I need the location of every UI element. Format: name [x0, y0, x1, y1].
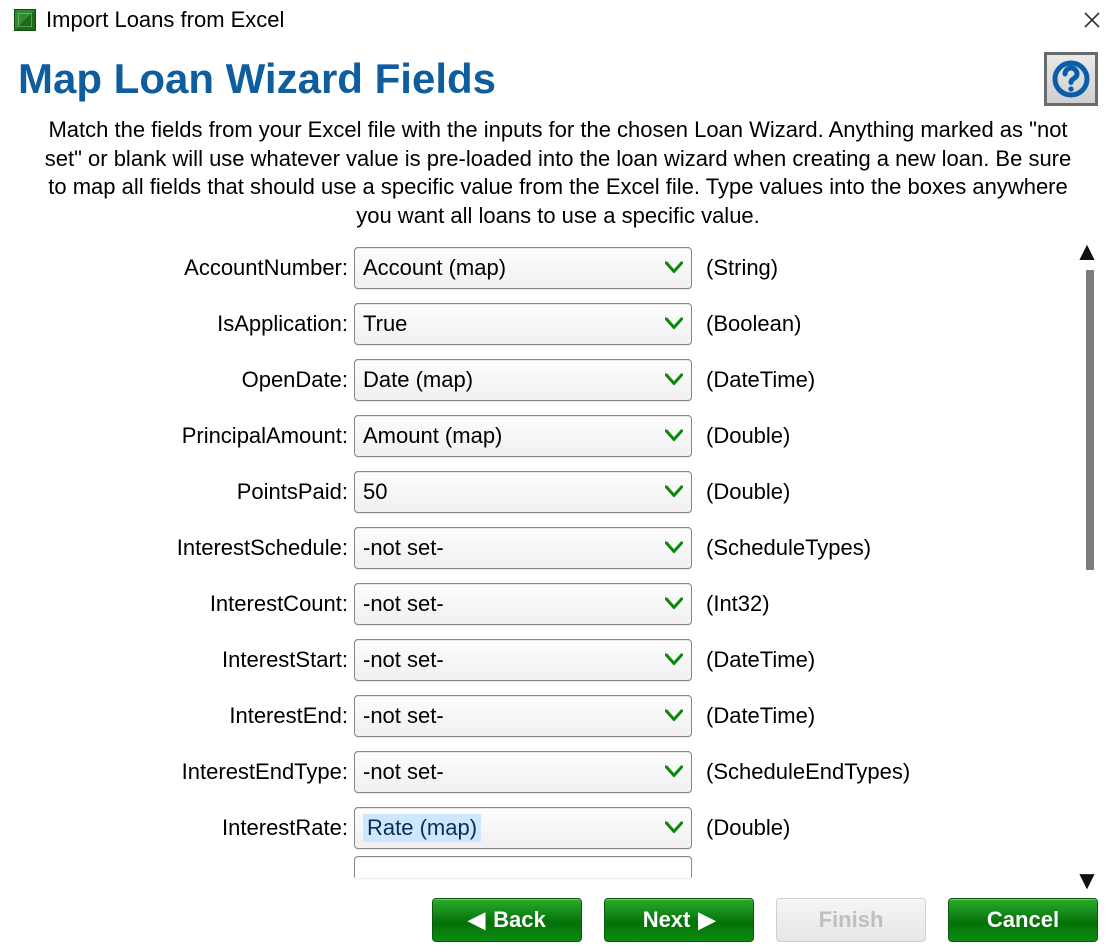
field-combo[interactable]: 50	[354, 471, 692, 513]
field-label: InterestEnd:	[0, 703, 354, 729]
chevron-down-icon	[665, 762, 683, 783]
field-combo[interactable]: -not set-	[354, 639, 692, 681]
field-combo-value: -not set-	[363, 647, 444, 673]
field-row: InterestEndType: -not set- (ScheduleEndTyp…	[0, 744, 1060, 800]
chevron-down-icon	[665, 706, 683, 727]
field-type: (Double)	[692, 815, 790, 841]
triangle-left-icon: ◀	[468, 907, 485, 933]
field-type: (Int32)	[692, 591, 770, 617]
field-combo-value: Amount (map)	[363, 423, 502, 449]
window-title: Import Loans from Excel	[46, 7, 284, 33]
field-row: AccountNumber: Account (map) (String)	[0, 240, 1060, 296]
chevron-down-icon	[665, 426, 683, 447]
chevron-down-icon	[665, 538, 683, 559]
field-type: (ScheduleTypes)	[692, 535, 871, 561]
page-description: Match the fields from your Excel file wi…	[0, 106, 1116, 236]
field-type: (DateTime)	[692, 647, 815, 673]
cancel-button-label: Cancel	[987, 907, 1059, 933]
field-combo-value: -not set-	[363, 535, 444, 561]
field-type: (String)	[692, 255, 778, 281]
chevron-down-icon	[665, 650, 683, 671]
field-combo[interactable]: Rate (map)	[354, 807, 692, 849]
chevron-down-icon	[665, 370, 683, 391]
field-combo-value: Date (map)	[363, 367, 473, 393]
field-combo-value: -not set-	[363, 759, 444, 785]
field-combo[interactable]: -not set-	[354, 695, 692, 737]
chevron-down-icon	[665, 482, 683, 503]
field-label: OpenDate:	[0, 367, 354, 393]
field-combo[interactable]: Amount (map)	[354, 415, 692, 457]
field-type: (DateTime)	[692, 367, 815, 393]
chevron-down-icon	[665, 258, 683, 279]
chevron-down-icon	[665, 594, 683, 615]
field-combo[interactable]: -not set-	[354, 527, 692, 569]
field-row: InterestRate: Rate (map) (Double)	[0, 800, 1060, 856]
field-label: PrincipalAmount:	[0, 423, 354, 449]
field-row: InterestCount: -not set- (Int32)	[0, 576, 1060, 632]
scroll-up-arrow[interactable]: ▲	[1072, 236, 1102, 267]
field-row: PointsPaid: 50 (Double)	[0, 464, 1060, 520]
page-title: Map Loan Wizard Fields	[18, 55, 496, 103]
field-mapping-area: ▲ ▼ AccountNumber:Account (map)(String)I…	[0, 236, 1116, 878]
close-icon[interactable]	[1078, 6, 1106, 34]
field-type: (ScheduleEndTypes)	[692, 759, 910, 785]
title-bar: Import Loans from Excel	[0, 0, 1116, 38]
field-type: (DateTime)	[692, 703, 815, 729]
finish-button-label: Finish	[819, 907, 884, 933]
field-row: IsApplication: True (Boolean)	[0, 296, 1060, 352]
field-row: PrincipalAmount: Amount (map) (Double)	[0, 408, 1060, 464]
field-row: OpenDate: Date (map) (DateTime)	[0, 352, 1060, 408]
field-label: InterestEndType:	[0, 759, 354, 785]
field-combo[interactable]: -not set-	[354, 583, 692, 625]
field-label: InterestRate:	[0, 815, 354, 841]
next-button[interactable]: Next ▶	[604, 898, 754, 942]
field-label: InterestStart:	[0, 647, 354, 673]
field-label: AccountNumber:	[0, 255, 354, 281]
app-icon	[14, 9, 36, 31]
chevron-down-icon	[665, 314, 683, 335]
field-row: InterestEnd: -not set- (DateTime)	[0, 688, 1060, 744]
field-type: (Double)	[692, 479, 790, 505]
cancel-button[interactable]: Cancel	[948, 898, 1098, 942]
field-label: IsApplication:	[0, 311, 354, 337]
field-combo-partial[interactable]	[354, 856, 692, 878]
field-combo[interactable]: Date (map)	[354, 359, 692, 401]
field-combo-value: 50	[363, 479, 387, 505]
scrollbar-thumb[interactable]	[1086, 270, 1094, 570]
field-combo[interactable]: Account (map)	[354, 247, 692, 289]
field-combo-value: -not set-	[363, 591, 444, 617]
field-combo-value: True	[363, 311, 407, 337]
help-button[interactable]	[1044, 52, 1098, 106]
field-combo-value: Rate (map)	[363, 814, 481, 842]
field-label: InterestSchedule:	[0, 535, 354, 561]
field-combo[interactable]: True	[354, 303, 692, 345]
field-type: (Double)	[692, 423, 790, 449]
back-button[interactable]: ◀ Back	[432, 898, 582, 942]
field-label: InterestCount:	[0, 591, 354, 617]
next-button-label: Next	[643, 907, 691, 933]
field-row: InterestSchedule: -not set- (ScheduleTypes…	[0, 520, 1060, 576]
triangle-right-icon: ▶	[698, 907, 715, 933]
field-combo-value: Account (map)	[363, 255, 506, 281]
field-label: PointsPaid:	[0, 479, 354, 505]
field-row: InterestStart: -not set- (DateTime)	[0, 632, 1060, 688]
field-combo[interactable]: -not set-	[354, 751, 692, 793]
scroll-down-arrow[interactable]: ▼	[1072, 865, 1102, 896]
wizard-footer: ◀ Back Next ▶ Finish Cancel	[0, 898, 1116, 942]
field-type: (Boolean)	[692, 311, 801, 337]
field-combo-value: -not set-	[363, 703, 444, 729]
back-button-label: Back	[493, 907, 546, 933]
chevron-down-icon	[665, 818, 683, 839]
finish-button: Finish	[776, 898, 926, 942]
